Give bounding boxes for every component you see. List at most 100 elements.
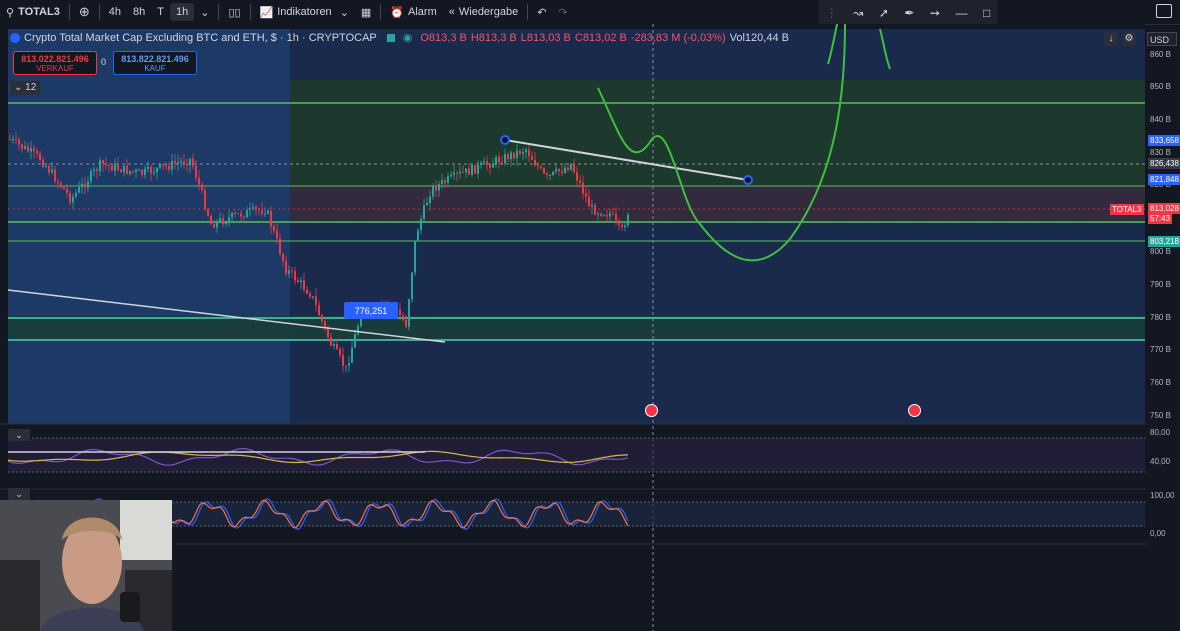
candle-body [450,174,452,177]
interval-8h[interactable]: 8h [127,0,151,24]
candle-body [120,169,122,173]
candle-body [264,213,266,215]
legend-close: C813,02 B [574,31,627,44]
candle-body [462,171,464,173]
interval-4h[interactable]: 4h [103,0,127,24]
candle-body [102,160,104,164]
candle-body [477,164,479,174]
candle-body [600,213,602,216]
crypto-logo-icon [10,32,20,43]
candle-body [285,260,287,274]
candle-body [240,213,242,217]
candle-body [405,319,407,327]
axis-tick: 770 B [1150,345,1171,354]
candle-body [465,168,467,173]
add-symbol-button[interactable]: ⊕ [73,0,96,24]
candle-body [255,206,257,210]
candle-body [114,164,116,171]
legend-volume: Vol120,44 B [729,31,789,44]
interval-dropdown[interactable]: ⌄ [194,0,215,24]
candle-body [273,226,275,231]
candle-body [582,182,584,194]
candle-body [318,304,320,316]
symbol-title[interactable]: Crypto Total Market Cap Excluding BTC an… [24,32,377,44]
candle-body [24,146,26,149]
candle-body [429,196,431,204]
candle-body [423,205,425,219]
candle-body [78,187,80,193]
fullscreen-icon[interactable] [1156,4,1172,18]
eye-icon[interactable]: ◉ [403,31,413,44]
candle-body [162,164,164,166]
indicator-collapse-button[interactable]: ⌄ 12 [10,81,41,95]
candle-body [606,215,608,217]
candle-body [165,165,167,167]
candle-body [567,167,569,170]
candle-body [315,296,317,305]
redo-button[interactable]: ↷ [552,0,573,24]
stoch-collapse-button[interactable]: ⌄ [8,488,30,500]
candle-body [72,196,74,203]
interval-1h[interactable]: 1h [169,3,195,21]
candle-body [510,152,512,160]
ray-tool-icon[interactable]: ➙ [930,6,940,20]
candle-body [87,181,89,188]
candle-body [267,210,269,214]
layouts-button[interactable]: ▦ [355,0,377,24]
symbol-search[interactable]: ⚲ TOTAL3 [0,0,66,24]
economic-event-icon[interactable] [908,404,921,417]
candle-body [501,162,503,164]
trendline-tool-icon[interactable]: ➚ [879,6,889,20]
alarm-button[interactable]: ⏰ Alarm [384,0,442,24]
plus-circle-icon: ⊕ [78,4,90,19]
candle-body [345,365,347,367]
axis-tick: 760 B [1150,378,1171,387]
candle-body [57,181,59,183]
drag-handle-icon[interactable]: ⋮ [826,6,838,20]
candle-body [534,159,536,166]
candle-body [498,157,500,163]
rectangle-tool-icon[interactable]: □ [983,6,990,20]
axis-tick: 800 B [1150,247,1171,256]
currency-selector[interactable]: USD [1147,32,1177,46]
candle-body [48,166,50,173]
search-icon: ⚲ [6,6,15,19]
indicators-button[interactable]: 📈 Indikatoren ⌄ [254,0,355,24]
candle-body [177,162,179,164]
path-tool-icon[interactable]: ↝ [853,6,863,20]
candle-body [36,150,38,154]
top-toolbar: ⚲ TOTAL3 ⊕ 4h 8h T 1h ⌄ ▯▯ 📈 Indikatoren… [0,0,1180,25]
candle-body [618,220,620,226]
settings-icon[interactable]: ⚙ [1122,32,1136,46]
candle-body [492,163,494,168]
candle-body [354,334,356,348]
candle-body [627,214,629,226]
buy-button[interactable]: 813.822.821.496 KAUF [113,51,197,75]
horizontal-ray-icon[interactable]: — [956,6,968,20]
candle-body [243,216,245,218]
axis-tick: 840 B [1150,115,1171,124]
sell-button[interactable]: 813.022.821.496 VERKAUF [13,51,97,75]
candle-body [144,168,146,175]
candle-body [552,171,554,175]
download-icon[interactable]: ↓ [1104,32,1118,46]
brush-tool-icon[interactable]: ✒ [904,6,914,20]
candle-body [441,180,443,185]
rsi-collapse-button[interactable]: ⌄ [8,429,30,441]
undo-button[interactable]: ↶ [531,0,552,24]
replay-button[interactable]: « Wiedergabe [443,0,524,24]
candle-body [543,167,545,174]
candle-body [594,205,596,215]
candle-body [210,216,212,225]
candle-body [135,170,137,172]
candle-body [201,184,203,191]
candle-body [459,171,461,174]
economic-event-icon[interactable] [645,404,658,417]
candle-body [300,280,302,283]
chart-type-button[interactable]: ▯▯ [222,0,246,24]
candle-body [186,163,188,166]
interval-t[interactable]: T [151,0,170,24]
candle-body [456,172,458,174]
candle-body [222,218,224,225]
candle-body [420,218,422,231]
